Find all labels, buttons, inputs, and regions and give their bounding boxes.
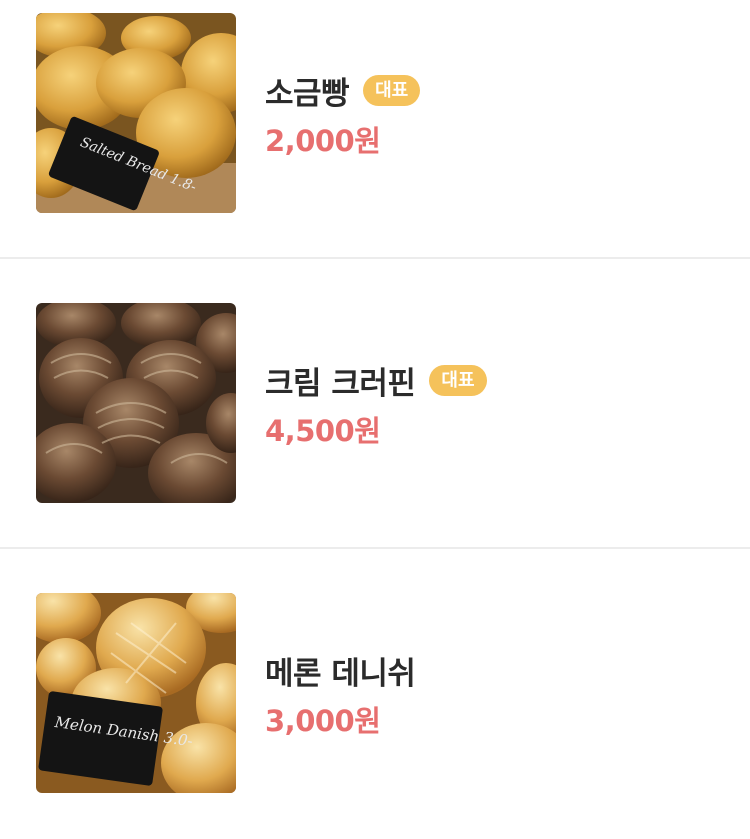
menu-item-info: 소금빵 대표 2,000원 — [265, 70, 421, 160]
menu-list: Salted Bread 1.8- 소금빵 대표 2,000원 크림 크러핀 대… — [0, 0, 750, 839]
item-name: 소금빵 — [265, 75, 350, 112]
menu-item-salt-bread[interactable]: Salted Bread 1.8- 소금빵 대표 2,000원 — [0, 0, 750, 259]
signature-badge: 대표 — [429, 364, 487, 396]
signature-badge: 대표 — [363, 74, 421, 106]
cream-cruffin-photo — [36, 303, 236, 503]
menu-item-info: 크림 크러핀 대표 4,500원 — [265, 360, 487, 450]
item-price: 4,500원 — [265, 414, 381, 448]
menu-item-cream-cruffin[interactable]: 크림 크러핀 대표 4,500원 — [0, 259, 750, 549]
item-price: 2,000원 — [265, 124, 381, 158]
name-row: 메론 데니쉬 — [265, 650, 416, 692]
melon-danish-photo: Melon Danish 3.0- — [36, 593, 236, 793]
item-price: 3,000원 — [265, 704, 381, 738]
menu-item-info: 메론 데니쉬 3,000원 — [265, 650, 416, 740]
item-name: 크림 크러핀 — [265, 365, 416, 402]
salt-bread-photo: Salted Bread 1.8- — [36, 13, 236, 213]
menu-item-melon-danish[interactable]: Melon Danish 3.0- 메론 데니쉬 3,000원 — [0, 549, 750, 839]
name-row: 크림 크러핀 대표 — [265, 360, 487, 402]
name-row: 소금빵 대표 — [265, 70, 421, 112]
item-name: 메론 데니쉬 — [265, 655, 416, 692]
